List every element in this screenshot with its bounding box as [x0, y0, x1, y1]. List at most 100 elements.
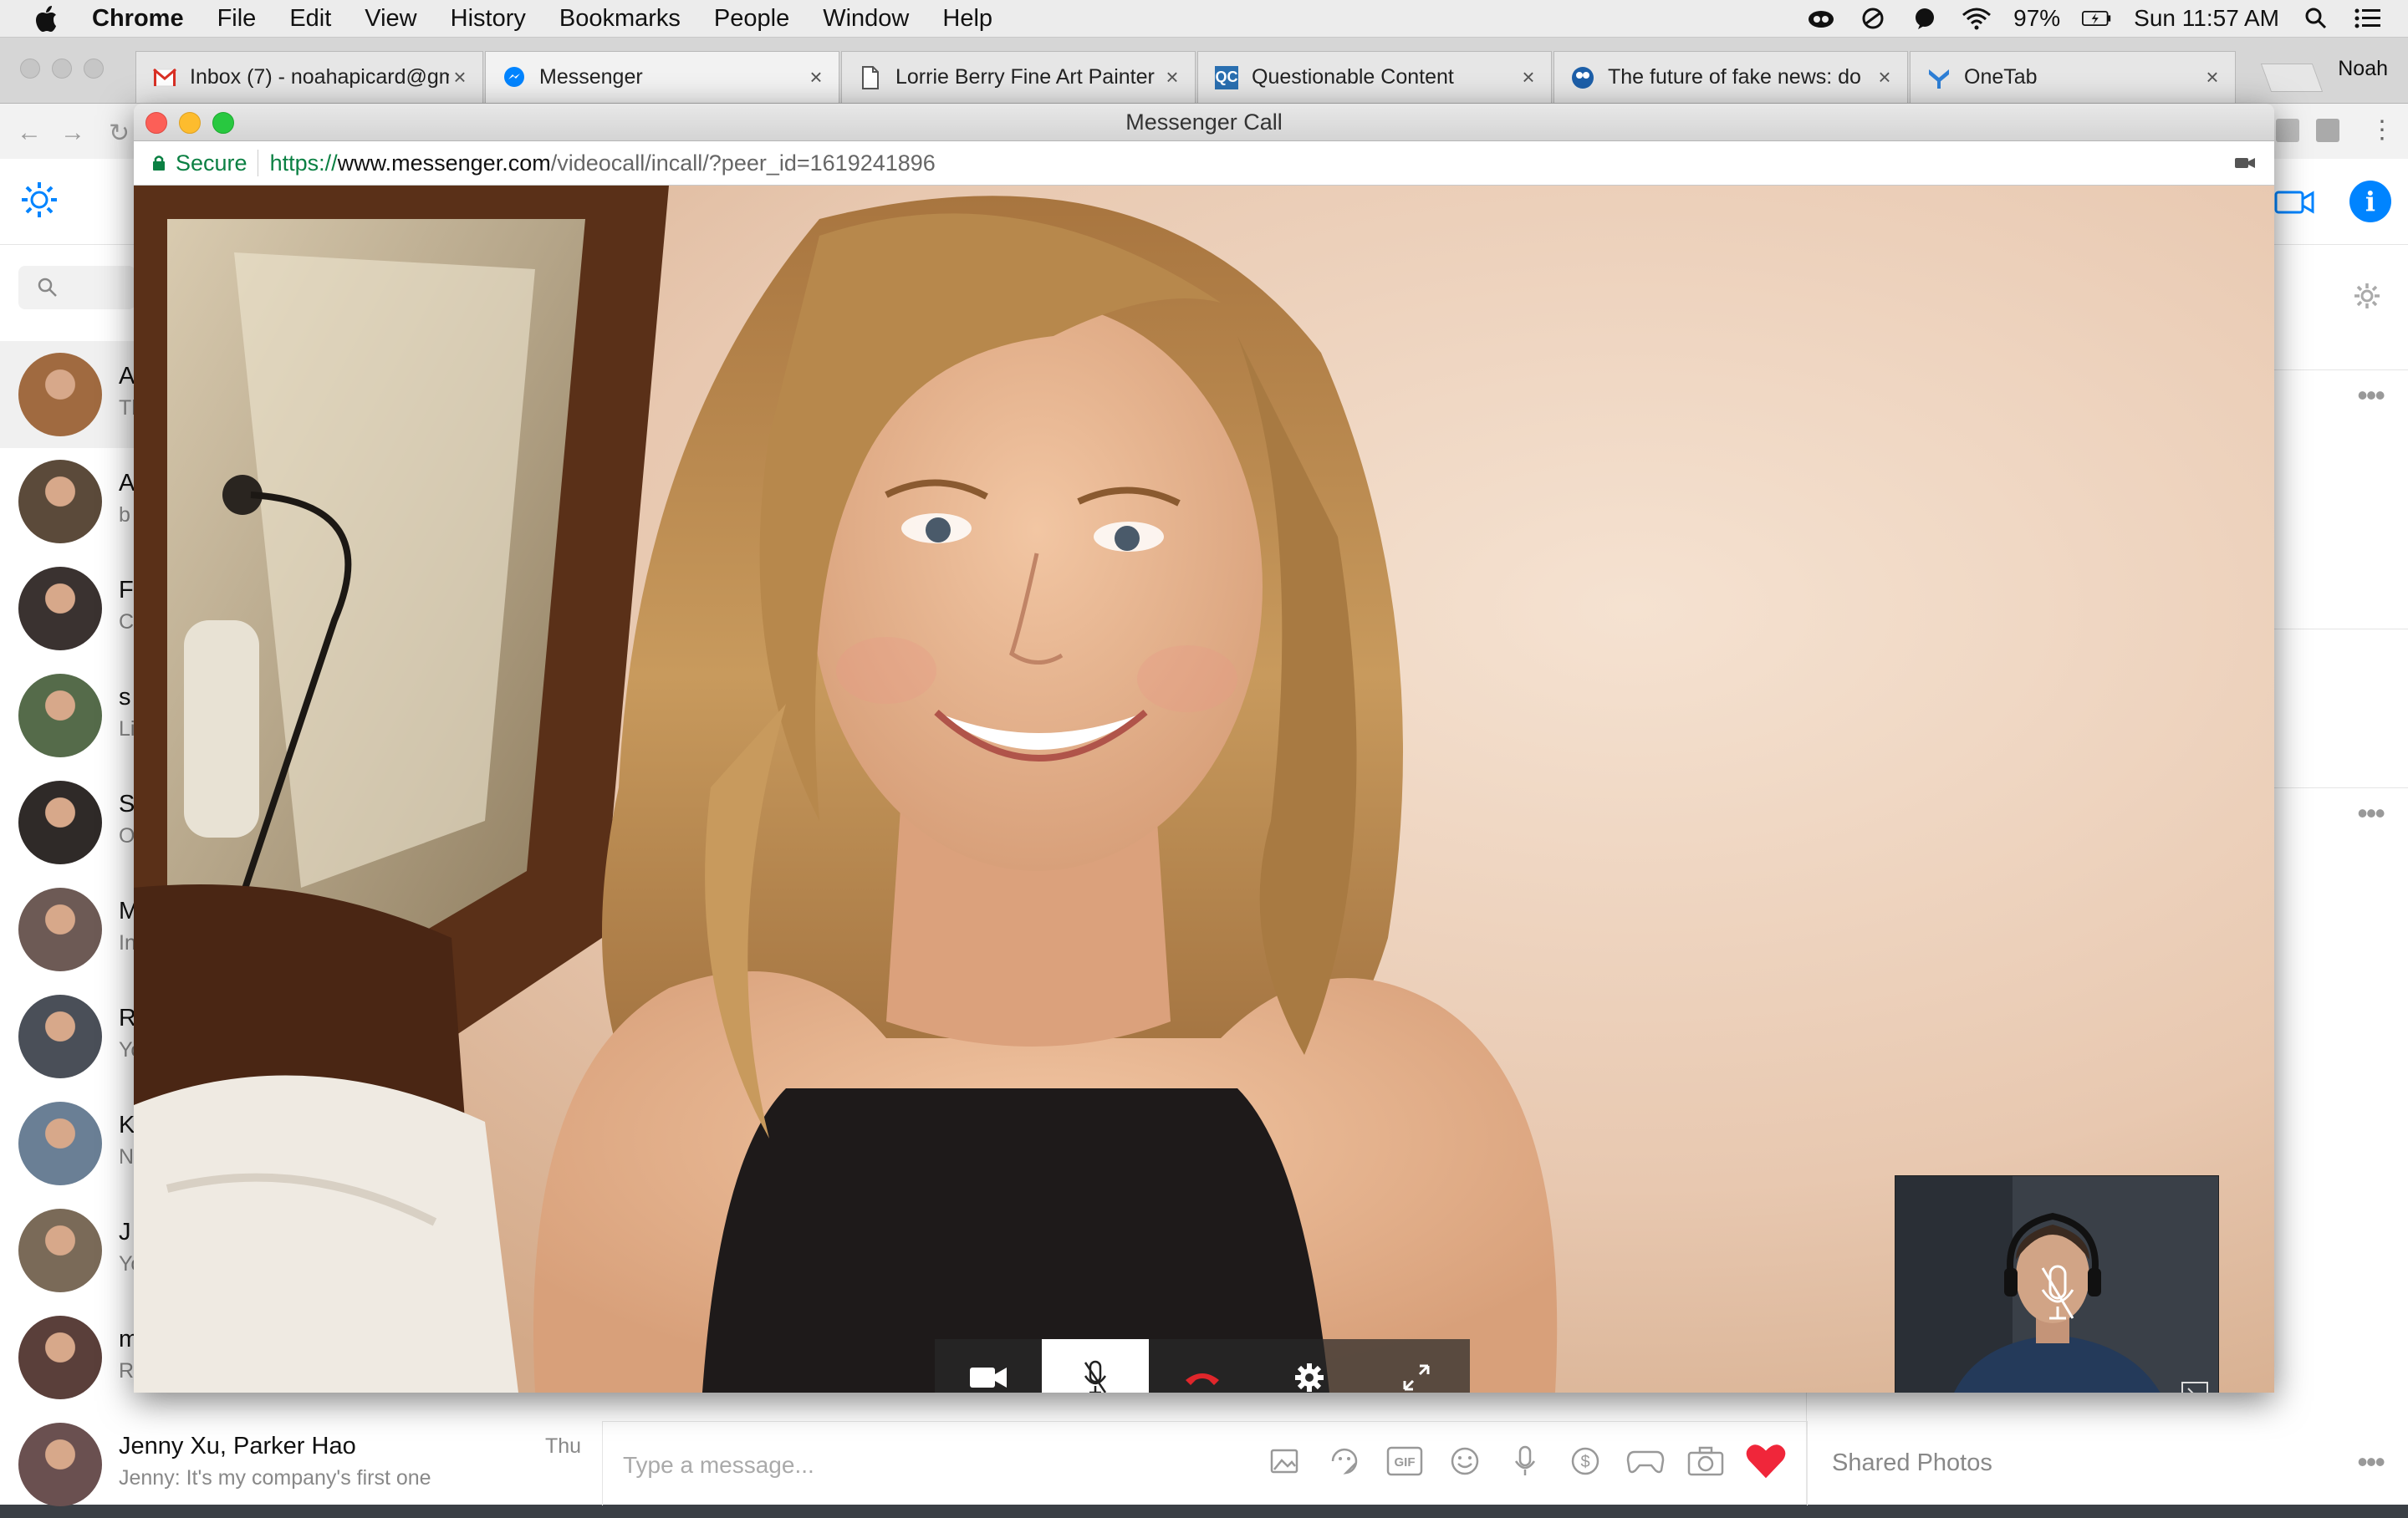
- self-video-preview[interactable]: [1895, 1175, 2219, 1393]
- menu-help[interactable]: Help: [942, 5, 992, 33]
- conversation-name: Jenny Xu, Parker Hao: [119, 1433, 356, 1459]
- avatar: [18, 1316, 102, 1399]
- menu-clock[interactable]: Sun 11:57 AM: [2134, 5, 2279, 32]
- conversation-snippet: R: [119, 1359, 135, 1383]
- conversation-snippet: O: [119, 824, 135, 848]
- chrome-menu-icon[interactable]: ⋮: [2370, 115, 2395, 145]
- address-bar[interactable]: Secure https:// www.messenger.com /video…: [134, 141, 2274, 186]
- svg-text:$: $: [1580, 1453, 1589, 1471]
- spotlight-search-icon[interactable]: [2301, 6, 2331, 31]
- avatar: [18, 781, 102, 864]
- payment-icon[interactable]: $: [1564, 1440, 1606, 1482]
- menu-people[interactable]: People: [714, 5, 789, 33]
- shared-photos-label: Shared Photos: [1832, 1449, 1992, 1476]
- menu-bookmarks[interactable]: Bookmarks: [559, 5, 681, 33]
- messenger-icon: [503, 66, 526, 89]
- heart-like-icon[interactable]: [1745, 1440, 1787, 1482]
- menu-window[interactable]: Window: [823, 5, 909, 33]
- message-input[interactable]: Type a message...: [623, 1452, 814, 1479]
- self-muted-microphone-icon: [2041, 1265, 2074, 1320]
- options-gear-icon[interactable]: [2352, 281, 2382, 311]
- toggle-mute-button[interactable]: [1042, 1339, 1149, 1393]
- microphone-muted-icon: [1084, 1360, 1107, 1393]
- window-minimize-button[interactable]: [179, 112, 201, 134]
- creative-cloud-icon[interactable]: [1806, 6, 1836, 31]
- wifi-icon[interactable]: [1962, 6, 1992, 31]
- app-menu-chrome[interactable]: Chrome: [92, 5, 184, 33]
- emoji-icon[interactable]: [1444, 1440, 1486, 1482]
- conversation-name: F: [119, 577, 134, 604]
- svg-text:GIF: GIF: [1395, 1455, 1416, 1470]
- remote-video-feed: [134, 186, 2274, 1393]
- call-controls-bar: [935, 1339, 1470, 1393]
- window-close-button[interactable]: [145, 112, 167, 134]
- more-options-icon[interactable]: •••: [2357, 796, 2385, 831]
- camera-icon[interactable]: [1685, 1440, 1727, 1482]
- game-controller-icon[interactable]: [1625, 1440, 1666, 1482]
- search-input[interactable]: [18, 266, 135, 309]
- menu-view[interactable]: View: [365, 5, 416, 33]
- lock-icon: [153, 155, 165, 171]
- more-options-icon[interactable]: •••: [2357, 1444, 2385, 1480]
- more-options-icon[interactable]: •••: [2357, 378, 2385, 413]
- profile-button[interactable]: Noah: [2338, 57, 2388, 81]
- composer-tools: GIF $: [1263, 1440, 1787, 1482]
- window-zoom-button[interactable]: [212, 112, 234, 134]
- tab-close-icon[interactable]: ×: [2201, 64, 2223, 90]
- extension-icon[interactable]: [2276, 119, 2299, 142]
- apple-menu-icon[interactable]: [33, 4, 59, 33]
- menu-file[interactable]: File: [217, 5, 257, 33]
- fullscreen-button[interactable]: [1363, 1339, 1470, 1393]
- camera-in-use-icon[interactable]: [2234, 155, 2256, 171]
- notification-center-icon[interactable]: [2353, 6, 2383, 31]
- reload-icon[interactable]: ↻: [109, 119, 130, 148]
- call-settings-button[interactable]: [1256, 1339, 1363, 1393]
- settings-icon: [1295, 1363, 1324, 1392]
- url-scheme: https://: [269, 150, 338, 176]
- sync-circle-icon[interactable]: [1858, 6, 1888, 31]
- menu-history[interactable]: History: [451, 5, 526, 33]
- voice-clip-icon[interactable]: [1504, 1440, 1546, 1482]
- tab-close-icon[interactable]: ×: [1161, 64, 1183, 90]
- photo-upload-icon[interactable]: [1263, 1440, 1305, 1482]
- tab-close-icon[interactable]: ×: [449, 64, 471, 90]
- tab-lorrie-berry[interactable]: Lorrie Berry Fine Art Painter ×: [841, 51, 1196, 103]
- window-close-button-inactive[interactable]: [20, 59, 40, 79]
- avatar: [18, 1423, 102, 1506]
- tab-title: Inbox (7) - noahapicard@gm: [190, 65, 449, 89]
- toggle-video-button[interactable]: [935, 1339, 1042, 1393]
- forward-arrow-icon[interactable]: →: [60, 119, 85, 147]
- conversation-snippet: N: [119, 1145, 135, 1169]
- sticker-icon[interactable]: [1324, 1440, 1365, 1482]
- conversation-name: K: [119, 1112, 135, 1138]
- tab-close-icon[interactable]: ×: [1874, 64, 1895, 90]
- tab-messenger[interactable]: Messenger ×: [485, 51, 839, 103]
- tab-title: Messenger: [539, 65, 643, 89]
- tab-title: Questionable Content: [1252, 65, 1454, 89]
- info-icon[interactable]: i: [2349, 181, 2391, 222]
- tab-questionable-content[interactable]: QC Questionable Content ×: [1197, 51, 1552, 103]
- conversation-item[interactable]: Jenny Xu, Parker Hao Jenny: It's my compa…: [0, 1411, 602, 1518]
- chat-bubble-icon[interactable]: [1910, 6, 1940, 31]
- new-tab-button[interactable]: [2260, 64, 2324, 92]
- tab-onetab[interactable]: OneTab ×: [1910, 51, 2236, 103]
- back-arrow-icon[interactable]: ←: [17, 119, 42, 147]
- window-zoom-button-inactive[interactable]: [84, 59, 104, 79]
- end-call-button[interactable]: [1149, 1339, 1256, 1393]
- status-menu-area: 97% Sun 11:57 AM: [1806, 0, 2383, 37]
- settings-gear-icon[interactable]: [18, 179, 60, 221]
- extension-icon[interactable]: [2316, 119, 2339, 142]
- gif-icon[interactable]: GIF: [1384, 1440, 1426, 1482]
- tab-gmail-inbox[interactable]: Inbox (7) - noahapicard@gm ×: [135, 51, 483, 103]
- tab-future-of-fake-news[interactable]: The future of fake news: do ×: [1553, 51, 1908, 103]
- menu-edit[interactable]: Edit: [289, 5, 331, 33]
- message-composer: Type a message... GIF $: [602, 1421, 1808, 1505]
- tab-close-icon[interactable]: ×: [805, 64, 827, 90]
- tab-close-icon[interactable]: ×: [1518, 64, 1539, 90]
- battery-charging-icon[interactable]: [2082, 6, 2112, 31]
- resize-preview-icon[interactable]: [2181, 1382, 2208, 1393]
- search-icon: [38, 278, 57, 297]
- video-call-icon[interactable]: [2274, 189, 2316, 216]
- fullscreen-icon: [1403, 1364, 1430, 1391]
- window-minimize-button-inactive[interactable]: [52, 59, 72, 79]
